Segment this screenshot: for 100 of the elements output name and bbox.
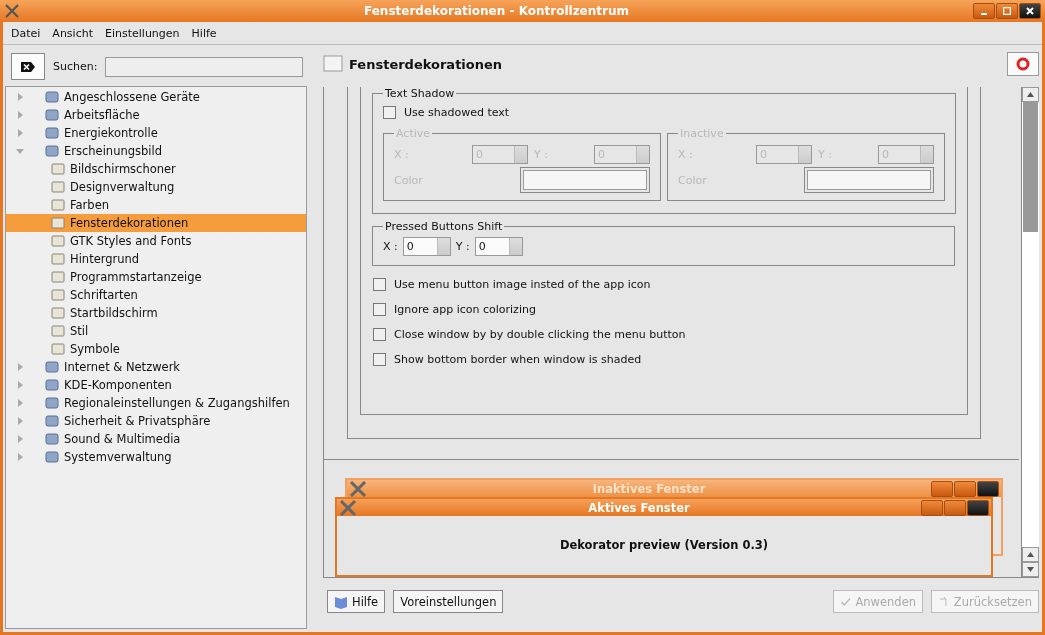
tree-item[interactable]: Designverwaltung (6, 178, 306, 196)
tree-item[interactable]: Stil (6, 322, 306, 340)
down-arrow-icon (1027, 567, 1034, 572)
category-icon (44, 125, 60, 141)
tree-item[interactable]: Arbeitsfläche (6, 106, 306, 124)
module-icon (50, 251, 66, 267)
tree-item[interactable]: Hintergrund (6, 250, 306, 268)
window-title: Aktives Fenster (587, 500, 691, 515)
tree-item[interactable]: Sicherheit & Privatsphäre (6, 412, 306, 430)
expander-icon[interactable] (16, 381, 24, 389)
maximize-button[interactable] (996, 3, 1018, 19)
window-title: Inaktives Fenster (591, 481, 707, 496)
checkbox[interactable] (373, 278, 386, 291)
tree-item[interactable]: Schriftarten (6, 286, 306, 304)
menu-item[interactable]: Ansicht (52, 26, 93, 40)
category-icon (44, 377, 60, 393)
module-icon (50, 305, 66, 321)
tree-item[interactable]: Angeschlossene Geräte (6, 88, 306, 106)
x-label: X : (383, 239, 398, 253)
tools-icon (4, 3, 20, 19)
expander-icon[interactable] (16, 111, 24, 119)
x-spinbox[interactable]: 0 (402, 236, 451, 256)
tree-item[interactable]: Startbildschirm (6, 304, 306, 322)
window-menu-icon (339, 499, 357, 516)
category-icon (44, 449, 60, 465)
menu-item[interactable]: Datei (11, 26, 41, 40)
expander-icon[interactable] (16, 417, 24, 425)
module-icon (50, 179, 66, 195)
module-icon (50, 233, 66, 249)
clear-search-button[interactable] (11, 53, 45, 80)
tree-item[interactable]: Sound & Multimedia (6, 430, 306, 448)
tree-item[interactable]: Energiekontrolle (6, 124, 306, 142)
y-spinbox[interactable]: 0 (474, 236, 523, 256)
module-icon (50, 197, 66, 213)
tree-item[interactable]: Symbole (6, 340, 306, 358)
up-arrow-icon (1027, 92, 1034, 97)
tree-item[interactable]: Programmstartanzeige (6, 268, 306, 286)
category-icon (44, 395, 60, 411)
tree-item[interactable]: Systemverwaltung (6, 448, 306, 466)
minimize-button[interactable] (973, 3, 995, 19)
tree-item[interactable]: Regionaleinstellungen & Zugangshilfen (6, 394, 306, 412)
help-button[interactable] (1007, 52, 1039, 76)
panel-title: Fensterdekorationen (349, 56, 504, 72)
checkbox-label: Show bottom border when window is shaded (394, 353, 642, 366)
category-icon (44, 431, 60, 447)
checkbox-label: Use shadowed text (404, 106, 510, 119)
book-icon (334, 594, 348, 609)
expander-icon[interactable] (16, 93, 24, 101)
checkbox[interactable] (373, 353, 386, 366)
expander-icon[interactable] (16, 363, 24, 371)
scrollbar-thumb[interactable] (1023, 102, 1038, 232)
category-icon (44, 89, 60, 105)
up-arrow-icon (1027, 552, 1034, 557)
module-icon (50, 341, 66, 357)
expander-icon[interactable] (16, 435, 24, 443)
window-menu-icon (349, 480, 367, 497)
category-icon (44, 143, 60, 159)
expander-icon[interactable] (16, 399, 24, 407)
tree-item[interactable]: KDE-Komponenten (6, 376, 306, 394)
module-icon (50, 215, 66, 231)
scrollbar[interactable] (1021, 87, 1039, 577)
tree-item[interactable]: Bildschirmschoner (6, 160, 306, 178)
clear-icon (20, 60, 36, 73)
module-icon (50, 323, 66, 339)
tree-item[interactable]: Farben (6, 196, 306, 214)
expander-icon[interactable] (16, 453, 24, 461)
search-field[interactable] (105, 56, 303, 77)
help-button[interactable]: Hilfe (327, 590, 386, 613)
group-title: Text Shadow (384, 87, 456, 100)
lifebuoy-icon (1016, 57, 1030, 71)
y-label: Y : (455, 239, 470, 253)
tree-item[interactable]: Internet & Netzwerk (6, 358, 306, 376)
checkbox-label: Ignore app icon colorizing (394, 303, 536, 316)
tree-item[interactable]: Erscheinungsbild (6, 142, 306, 160)
category-icon (44, 359, 60, 375)
tree-item[interactable]: Fensterdekorationen (6, 214, 306, 232)
undo-icon (938, 595, 950, 608)
close-icon (1026, 7, 1034, 15)
checkbox[interactable] (373, 303, 386, 316)
checkbox-label: Close window by by double clicking the menu button (394, 328, 686, 341)
category-icon (44, 107, 60, 123)
category-icon (44, 413, 60, 429)
group-title: Pressed Buttons Shift (384, 220, 504, 233)
expander-icon[interactable] (16, 129, 24, 137)
window-icon (323, 55, 343, 73)
window-title: Fensterdekorationen - Kontrollzentrum (363, 4, 630, 18)
menu-item[interactable]: Einstellungen (105, 26, 180, 40)
preview-text: Dekorator preview (Version 0.3) (559, 537, 769, 552)
tree-item[interactable]: GTK Styles and Fonts (6, 232, 306, 250)
maximize-icon (1003, 7, 1011, 15)
search-label: Suchen: (53, 60, 98, 73)
plain-button[interactable]: Voreinstellungen (393, 590, 504, 613)
checkbox[interactable] (373, 328, 386, 341)
module-icon (50, 269, 66, 285)
checkbox-label: Use menu button image insted of the app icon (394, 278, 651, 291)
checkbox[interactable] (383, 106, 396, 119)
close-button[interactable] (1019, 3, 1041, 19)
expander-icon[interactable] (16, 147, 24, 155)
menu-item[interactable]: Hilfe (191, 26, 217, 40)
module-icon (50, 287, 66, 303)
